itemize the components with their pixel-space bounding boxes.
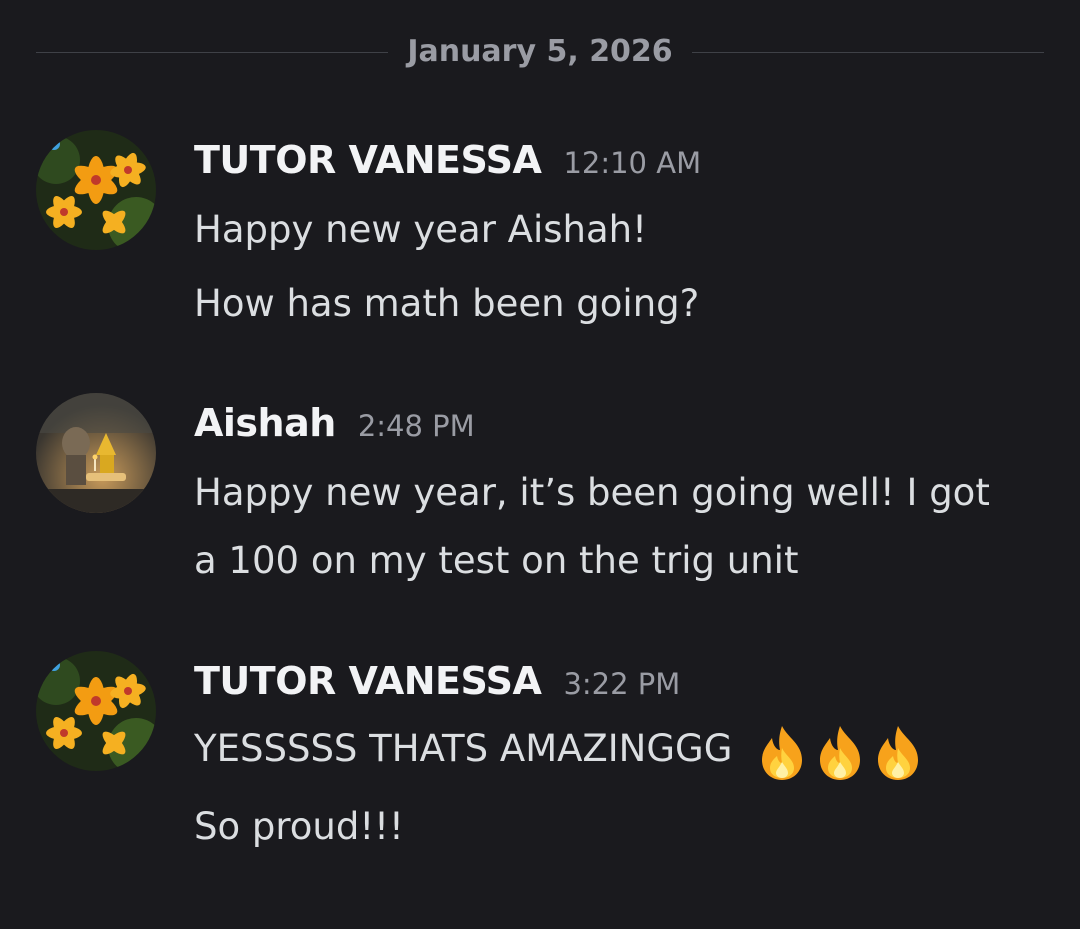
message-header: TUTOR VANESSA 12:10 AM <box>194 138 701 182</box>
message-text: Happy new year Aishah! <box>194 208 647 251</box>
message-header: TUTOR VANESSA 3:22 PM <box>194 659 680 703</box>
message-group[interactable]: TUTOR VANESSA 3:22 PM YESSSSS THATS AMAZI… <box>36 651 1046 871</box>
message-group[interactable]: TUTOR VANESSA 12:10 AM Happy new year Ais… <box>36 130 1046 330</box>
divider-line-right <box>692 52 1044 53</box>
message-group[interactable]: Aishah 2:48 PM Happy new year, it’s been … <box>36 393 1046 593</box>
divider-date: January 5, 2026 <box>407 34 673 69</box>
message-header: Aishah 2:48 PM <box>194 401 475 445</box>
lily-avatar-image <box>36 130 156 250</box>
timestamp: 12:10 AM <box>563 146 702 180</box>
timestamp: 2:48 PM <box>357 409 475 443</box>
timestamp: 3:22 PM <box>563 667 681 701</box>
avatar[interactable] <box>36 651 156 771</box>
fire-icon <box>762 725 803 780</box>
emoji-group <box>754 717 928 784</box>
message-text: How has math been going? <box>194 282 700 325</box>
fire-icon <box>820 725 861 780</box>
date-divider: January 5, 2026 <box>36 30 1044 76</box>
message-text: a 100 on my test on the trig unit <box>194 539 799 582</box>
fire-icon <box>878 725 919 780</box>
author-name[interactable]: TUTOR VANESSA <box>194 659 542 703</box>
lily-avatar-image <box>36 651 156 771</box>
author-name[interactable]: Aishah <box>194 401 336 445</box>
message-text-row: YESSSSS THATS AMAZINGGG <box>194 715 928 784</box>
message-text: YESSSSS THATS AMAZINGGG <box>194 727 733 770</box>
divider-line-left <box>36 52 388 53</box>
scene-avatar-image <box>36 393 156 513</box>
avatar[interactable] <box>36 130 156 250</box>
chat-screen: January 5, 2026 TUTOR VANESSA 12:10 AM H… <box>0 0 1080 929</box>
author-name[interactable]: TUTOR VANESSA <box>194 138 542 182</box>
message-text: Happy new year, it’s been going well! I … <box>194 471 990 514</box>
avatar[interactable] <box>36 393 156 513</box>
message-text: So proud!!! <box>194 805 404 848</box>
